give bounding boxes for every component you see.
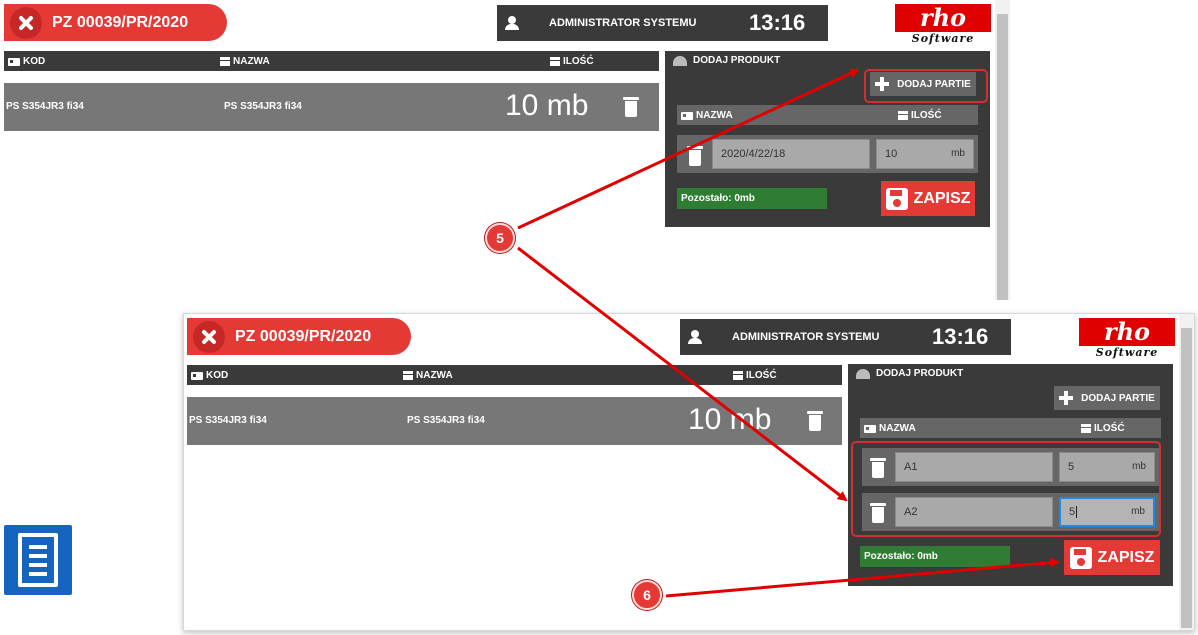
step-badge-6: 6 bbox=[632, 580, 662, 610]
tutorial-canvas: PZ 00039/PR/2020 ADMINISTRATOR SYSTEMU 1… bbox=[0, 0, 1198, 635]
step-badge-5: 5 bbox=[485, 223, 515, 253]
arrow-to-add-batch bbox=[517, 68, 860, 230]
arrow-to-save bbox=[665, 557, 1060, 598]
annotation-arrows bbox=[517, 68, 1060, 598]
arrow-to-batch-rows bbox=[517, 246, 848, 502]
